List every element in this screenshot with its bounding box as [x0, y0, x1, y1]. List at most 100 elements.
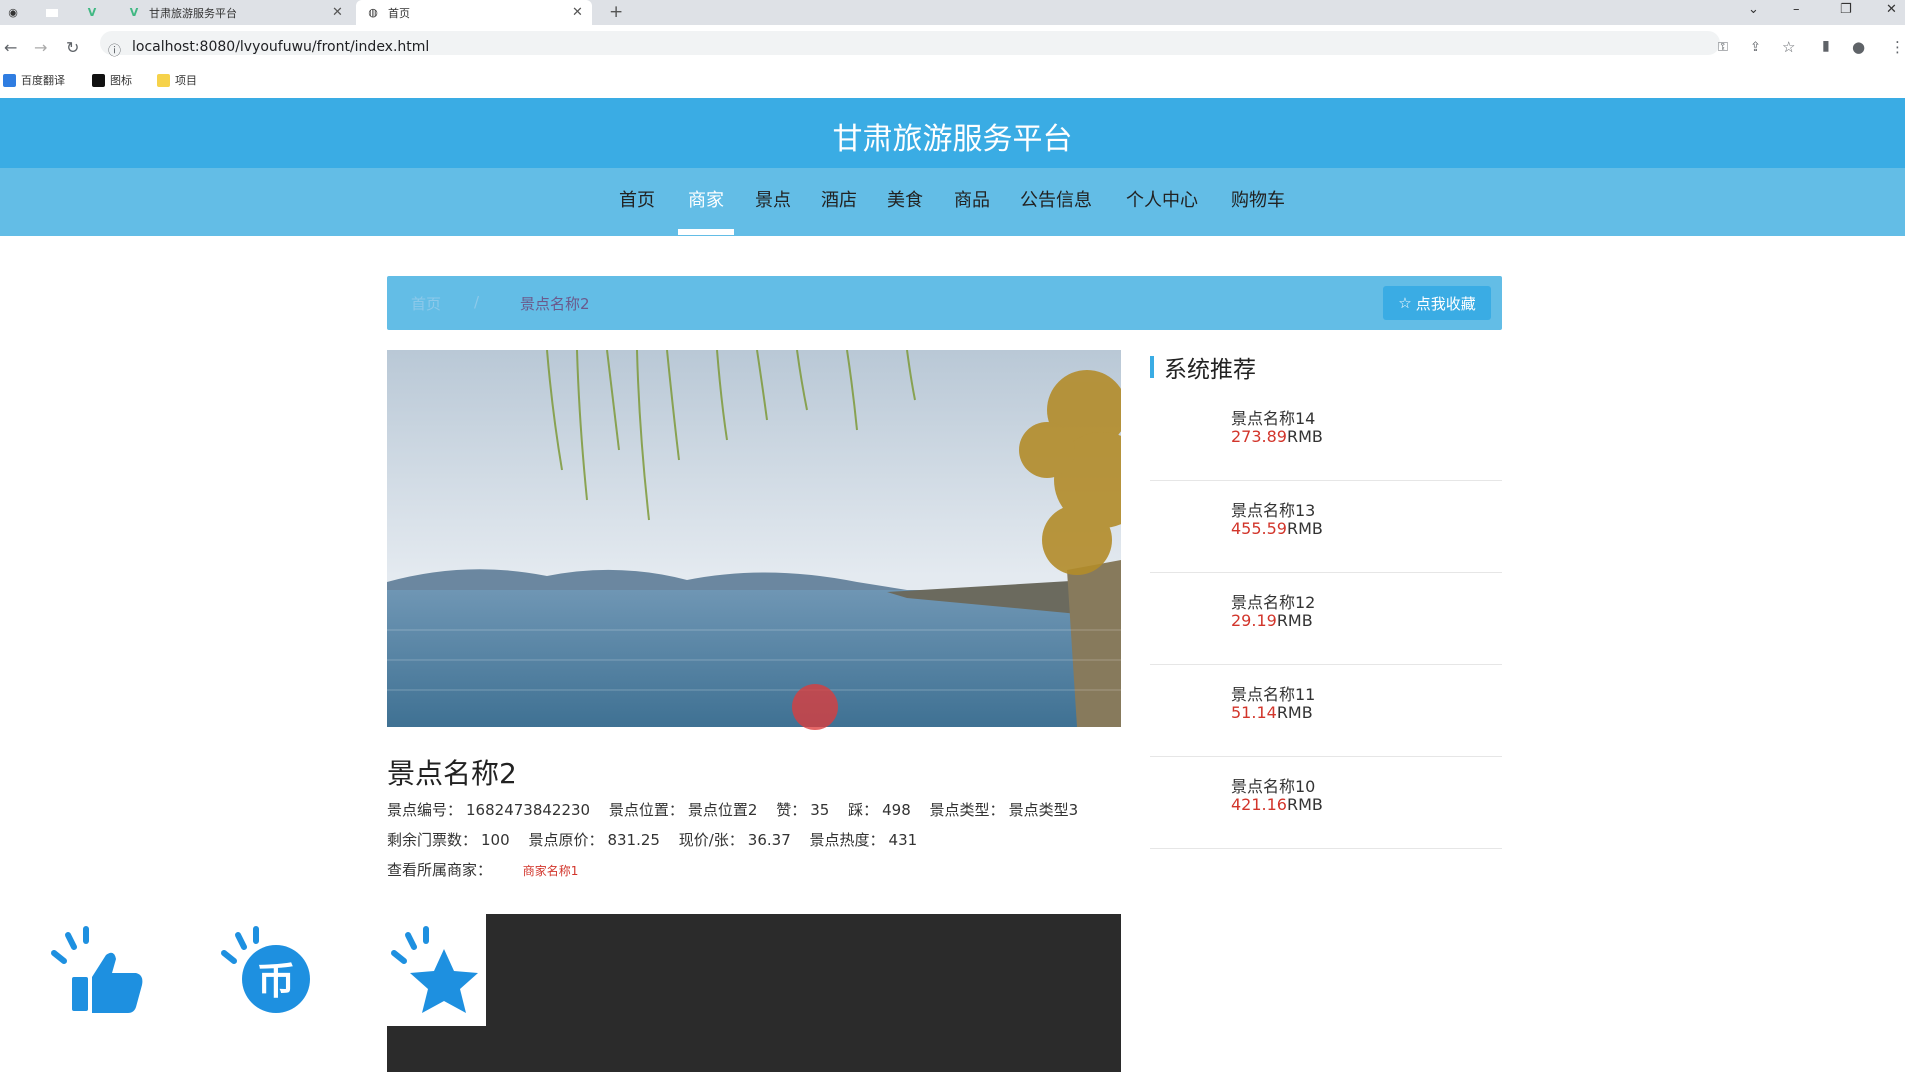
label-location: 景点位置： — [608, 801, 684, 819]
browser-tab-strip: ◉ V V 甘肃旅游服务平台 ✕ ◍ 首页 ✕ + ⌄ – ❐ ✕ — [0, 0, 1905, 25]
share-icon[interactable]: ⇪ — [1750, 40, 1761, 55]
coin-icon[interactable]: 币 — [210, 915, 320, 1025]
recommend-item[interactable]: 景点名称13 455.59RMB — [1150, 481, 1502, 573]
restore-icon[interactable]: ❐ — [1840, 2, 1852, 17]
side-panel-icon[interactable]: ▮ — [1822, 38, 1830, 54]
menu-item-cart[interactable]: 购物车 — [1231, 186, 1285, 212]
url-text[interactable]: localhost:8080/lvyoufuwu/front/index.htm… — [132, 39, 429, 55]
price-unit: RMB — [1276, 611, 1313, 630]
bookmark-star-icon[interactable]: ☆ — [1782, 38, 1795, 56]
recommend-item-name: 景点名称13 — [1231, 501, 1316, 520]
info-icon[interactable]: ⓘ — [108, 40, 121, 59]
breadcrumb-current: 景点名称2 — [520, 295, 590, 313]
recommend-item[interactable]: 景点名称12 29.19RMB — [1150, 573, 1502, 665]
label-current-price: 现价/张： — [678, 831, 744, 849]
breadcrumb-separator: / — [474, 293, 480, 311]
bookmark-label: 百度翻译 — [21, 74, 65, 87]
price-unit: RMB — [1276, 703, 1313, 722]
tab-platform[interactable]: V 甘肃旅游服务平台 — [127, 0, 347, 25]
minimize-icon[interactable]: – — [1793, 2, 1800, 17]
bookmark-icons[interactable]: 图标 — [92, 72, 132, 88]
tab-title: 首页 — [388, 6, 410, 20]
forward-icon[interactable]: → — [34, 38, 47, 57]
breadcrumb-home[interactable]: 首页 — [411, 293, 441, 314]
site-title: 甘肃旅游服务平台 — [832, 122, 1073, 157]
value-current-price: 36.37 — [747, 831, 791, 849]
lake-landscape-image — [387, 350, 1121, 727]
video-player[interactable] — [387, 914, 1121, 1072]
menu-item-merchant[interactable]: 商家 — [688, 186, 724, 212]
menu-item-profile[interactable]: 个人中心 — [1126, 186, 1198, 212]
menu-item-home[interactable]: 首页 — [619, 186, 655, 212]
price-value: 421.16 — [1231, 795, 1287, 814]
close-icon[interactable]: ✕ — [572, 5, 583, 20]
bookmark-baidu[interactable]: 百度翻译 — [3, 72, 65, 88]
folder-icon — [157, 73, 170, 87]
recommend-item[interactable]: 景点名称10 421.16RMB — [1150, 757, 1502, 849]
back-icon[interactable]: ← — [4, 38, 17, 57]
heading-accent-bar — [1150, 356, 1154, 378]
label-popularity: 景点热度： — [809, 831, 885, 849]
thumbs-up-icon[interactable] — [40, 915, 150, 1025]
recommend-heading: 系统推荐 — [1150, 350, 1256, 384]
favorite-button[interactable]: ☆ 点我收藏 — [1383, 286, 1491, 320]
recommend-item-price: 29.19RMB — [1231, 611, 1313, 630]
blank-tab[interactable] — [46, 0, 58, 25]
close-window-icon[interactable]: ✕ — [1886, 2, 1897, 17]
value-dislikes: 498 — [882, 801, 911, 819]
price-unit: RMB — [1286, 519, 1323, 538]
recommend-item-name: 景点名称10 — [1231, 777, 1316, 796]
active-menu-indicator — [678, 229, 734, 235]
price-value: 29.19 — [1231, 611, 1277, 630]
value-type: 景点类型3 — [1008, 801, 1079, 819]
label-likes: 赞： — [776, 801, 807, 819]
menu-item-food[interactable]: 美食 — [887, 186, 923, 212]
profile-icon[interactable]: ● — [1852, 38, 1865, 56]
price-unit: RMB — [1286, 427, 1323, 446]
bookmark-project[interactable]: 项目 — [157, 72, 197, 88]
recommend-item[interactable]: 景点名称14 273.89RMB — [1150, 389, 1502, 481]
label-dislikes: 踩： — [848, 801, 879, 819]
globe-icon: ◍ — [368, 6, 378, 19]
bookmark-label: 项目 — [175, 74, 197, 87]
label-original-price: 景点原价： — [528, 831, 604, 849]
recommend-item-name: 景点名称11 — [1231, 685, 1316, 704]
detail-row-2: 剩余门票数： 100 景点原价： 831.25 现价/张： 36.37 景点热度： 43… — [387, 829, 921, 850]
translate-icon — [3, 73, 16, 87]
close-icon[interactable]: ✕ — [332, 5, 343, 20]
value-location: 景点位置2 — [687, 801, 758, 819]
menu-icon[interactable]: ⋮ — [1890, 38, 1905, 56]
label-merchant: 查看所属商家： — [387, 861, 493, 879]
tab-search-icon[interactable]: ⌄ — [1748, 2, 1759, 17]
menu-item-goods[interactable]: 商品 — [954, 186, 990, 212]
recommend-item-price: 455.59RMB — [1231, 519, 1323, 538]
menu-item-hotel[interactable]: 酒店 — [821, 186, 857, 212]
favorite-button-label: 点我收藏 — [1415, 294, 1476, 313]
key-icon[interactable]: ⚿ — [1718, 40, 1728, 55]
value-tickets: 100 — [481, 831, 510, 849]
scenic-photo — [387, 350, 1121, 727]
scenic-title: 景点名称2 — [387, 757, 517, 790]
site-header: 甘肃旅游服务平台 — [0, 98, 1905, 168]
label-tickets: 剩余门票数： — [387, 831, 478, 849]
chrome-globe-icon[interactable]: ◉ — [6, 0, 20, 25]
recommend-item[interactable]: 景点名称11 51.14RMB — [1150, 665, 1502, 757]
reload-icon[interactable]: ↻ — [66, 38, 79, 57]
detail-row-1: 景点编号： 1682473842230 景点位置： 景点位置2 赞： 35 踩： 498… — [387, 799, 1082, 820]
recommend-item-name: 景点名称14 — [1231, 409, 1316, 428]
menu-item-notice[interactable]: 公告信息 — [1020, 186, 1092, 212]
recommend-item-price: 51.14RMB — [1231, 703, 1313, 722]
value-likes: 35 — [810, 801, 830, 819]
tab-home[interactable]: ◍ 首页 — [356, 0, 592, 25]
vue-icon: V — [129, 6, 139, 19]
detail-row-3: 查看所属商家： 商家名称1 — [387, 859, 582, 880]
merchant-link[interactable]: 商家名称1 — [523, 864, 579, 878]
menu-item-scenic[interactable]: 景点 — [755, 186, 791, 212]
price-value: 455.59 — [1231, 519, 1287, 538]
new-tab-icon[interactable]: + — [609, 2, 623, 22]
star-icon[interactable] — [380, 915, 490, 1025]
breadcrumb: 首页 / 景点名称2 ☆ 点我收藏 — [387, 276, 1502, 330]
label-id: 景点编号： — [387, 801, 463, 819]
star-outline-icon: ☆ — [1398, 294, 1412, 312]
vue-icon[interactable]: V — [85, 0, 99, 25]
